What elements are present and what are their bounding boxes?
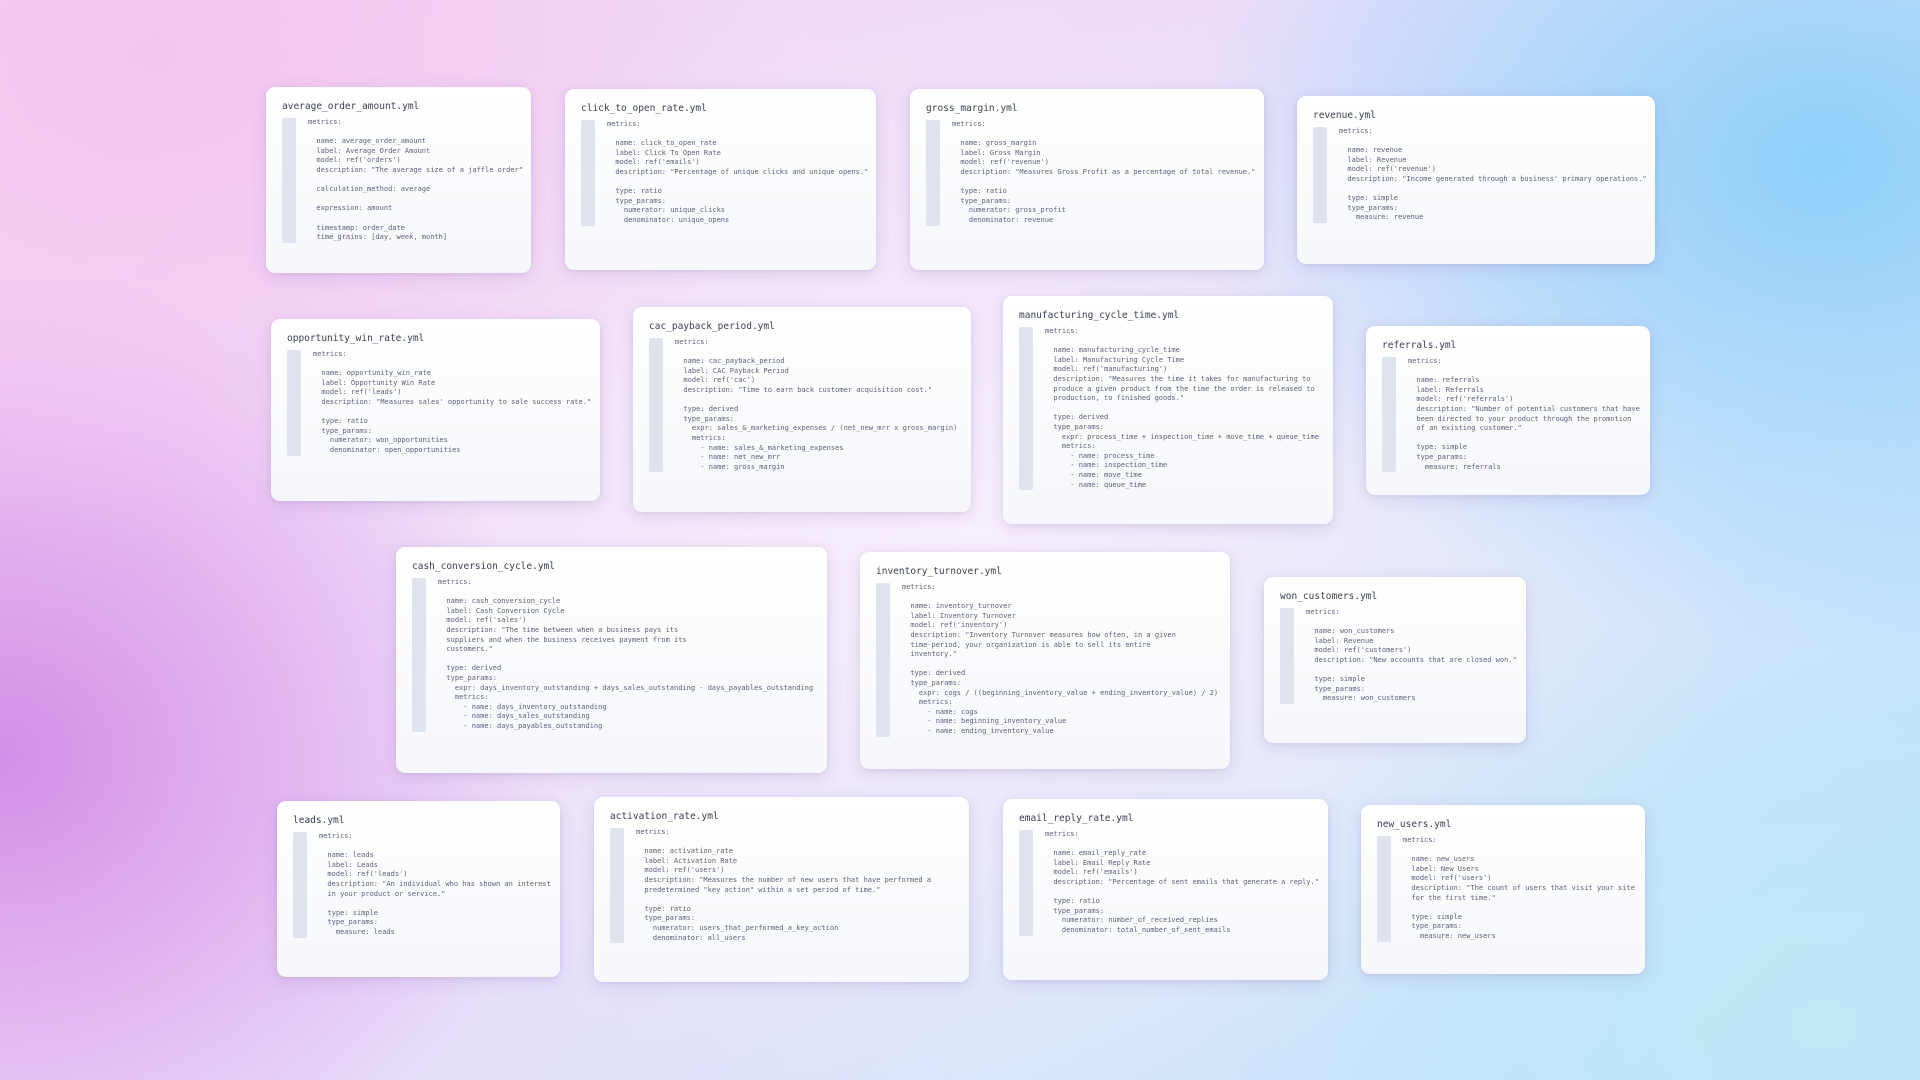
card-filename: click_to_open_rate.yml <box>581 103 707 114</box>
yaml-code: metrics: name: inventory_turnover label:… <box>902 583 1219 735</box>
metric-card-click-to-open-rate[interactable]: click_to_open_rate.yml metrics: name: cl… <box>565 89 876 270</box>
metric-card-manufacturing-cycle-time[interactable]: manufacturing_cycle_time.yml metrics: na… <box>1003 296 1333 524</box>
card-filename: cac_payback_period.yml <box>649 321 775 332</box>
code-block: metrics: name: email_reply_rate label: E… <box>1019 830 1319 936</box>
metric-card-cash-conversion-cycle[interactable]: cash_conversion_cycle.yml metrics: name:… <box>396 547 827 773</box>
card-filename: gross_margin.yml <box>926 103 1018 114</box>
metric-card-activation-rate[interactable]: activation_rate.yml metrics: name: activ… <box>594 797 969 982</box>
code-block: metrics: name: cash_conversion_cycle lab… <box>412 578 814 732</box>
code-block: metrics: name: average_order_amount labe… <box>282 118 523 243</box>
metric-card-cac-payback-period[interactable]: cac_payback_period.yml metrics: name: ca… <box>633 307 971 512</box>
card-filename: cash_conversion_cycle.yml <box>412 561 555 572</box>
metric-card-revenue[interactable]: revenue.yml metrics: name: revenue label… <box>1297 96 1655 264</box>
card-filename: manufacturing_cycle_time.yml <box>1019 310 1180 321</box>
code-gutter <box>1377 836 1391 942</box>
code-gutter <box>1019 327 1033 491</box>
code-gutter <box>412 578 426 732</box>
card-filename: won_customers.yml <box>1280 591 1378 602</box>
code-gutter <box>1280 608 1294 704</box>
code-block: metrics: name: inventory_turnover label:… <box>876 583 1219 737</box>
yaml-code: metrics: name: cac_payback_period label:… <box>675 338 958 471</box>
metric-card-inventory-turnover[interactable]: inventory_turnover.yml metrics: name: in… <box>860 552 1230 769</box>
metric-card-gross-margin[interactable]: gross_margin.yml metrics: name: gross_ma… <box>910 89 1264 270</box>
code-block: metrics: name: new_users label: New User… <box>1377 836 1635 942</box>
code-block: metrics: name: gross_margin label: Gross… <box>926 120 1256 226</box>
code-gutter <box>1382 357 1396 473</box>
yaml-code: metrics: name: referrals label: Referral… <box>1408 357 1640 471</box>
card-filename: activation_rate.yml <box>610 811 719 822</box>
metric-card-email-reply-rate[interactable]: email_reply_rate.yml metrics: name: emai… <box>1003 799 1328 980</box>
code-gutter <box>876 583 890 737</box>
code-gutter <box>610 828 624 944</box>
yaml-code: metrics: name: won_customers label: Reve… <box>1306 608 1517 703</box>
code-gutter <box>581 120 595 226</box>
metric-card-won-customers[interactable]: won_customers.yml metrics: name: won_cus… <box>1264 577 1526 743</box>
code-block: metrics: name: activation_rate label: Ac… <box>610 828 953 944</box>
code-block: metrics: name: click_to_open_rate label:… <box>581 120 869 226</box>
metric-card-new-users[interactable]: new_users.yml metrics: name: new_users l… <box>1361 805 1645 974</box>
card-filename: inventory_turnover.yml <box>876 566 1002 577</box>
code-gutter <box>293 832 307 938</box>
yaml-code: metrics: name: click_to_open_rate label:… <box>607 120 869 224</box>
metric-card-leads[interactable]: leads.yml metrics: name: leads label: Le… <box>277 801 560 977</box>
yaml-code: metrics: name: revenue label: Revenue mo… <box>1339 127 1647 222</box>
yaml-code: metrics: name: new_users label: New User… <box>1403 836 1635 940</box>
card-filename: leads.yml <box>293 815 345 826</box>
yaml-code: metrics: name: manufacturing_cycle_time … <box>1045 327 1319 489</box>
code-gutter <box>287 350 301 456</box>
card-filename: email_reply_rate.yml <box>1019 813 1134 824</box>
code-block: metrics: name: opportunity_win_rate labe… <box>287 350 592 456</box>
code-block: metrics: name: revenue label: Revenue mo… <box>1313 127 1647 223</box>
code-block: metrics: name: cac_payback_period label:… <box>649 338 958 473</box>
yaml-code: metrics: name: opportunity_win_rate labe… <box>313 350 592 454</box>
metric-card-opportunity-win-rate[interactable]: opportunity_win_rate.yml metrics: name: … <box>271 319 600 501</box>
code-gutter <box>1019 830 1033 936</box>
code-block: metrics: name: referrals label: Referral… <box>1382 357 1640 473</box>
card-filename: opportunity_win_rate.yml <box>287 333 425 344</box>
yaml-code: metrics: name: leads label: Leads model:… <box>319 832 551 936</box>
card-filename: referrals.yml <box>1382 340 1457 351</box>
card-filename: revenue.yml <box>1313 110 1376 121</box>
metric-card-referrals[interactable]: referrals.yml metrics: name: referrals l… <box>1366 326 1650 495</box>
yaml-code: metrics: name: cash_conversion_cycle lab… <box>438 578 814 730</box>
card-filename: new_users.yml <box>1377 819 1452 830</box>
code-block: metrics: name: leads label: Leads model:… <box>293 832 551 938</box>
yaml-code: metrics: name: average_order_amount labe… <box>308 118 523 242</box>
code-gutter <box>1313 127 1327 223</box>
card-filename: average_order_amount.yml <box>282 101 420 112</box>
yaml-code: metrics: name: activation_rate label: Ac… <box>636 828 932 942</box>
yaml-code: metrics: name: gross_margin label: Gross… <box>952 120 1256 224</box>
code-block: metrics: name: won_customers label: Reve… <box>1280 608 1517 704</box>
code-gutter <box>282 118 296 243</box>
code-gutter <box>926 120 940 226</box>
metric-card-average-order-amount[interactable]: average_order_amount.yml metrics: name: … <box>266 87 531 273</box>
yaml-code: metrics: name: email_reply_rate label: E… <box>1045 830 1319 934</box>
code-block: metrics: name: manufacturing_cycle_time … <box>1019 327 1319 491</box>
code-gutter <box>649 338 663 473</box>
